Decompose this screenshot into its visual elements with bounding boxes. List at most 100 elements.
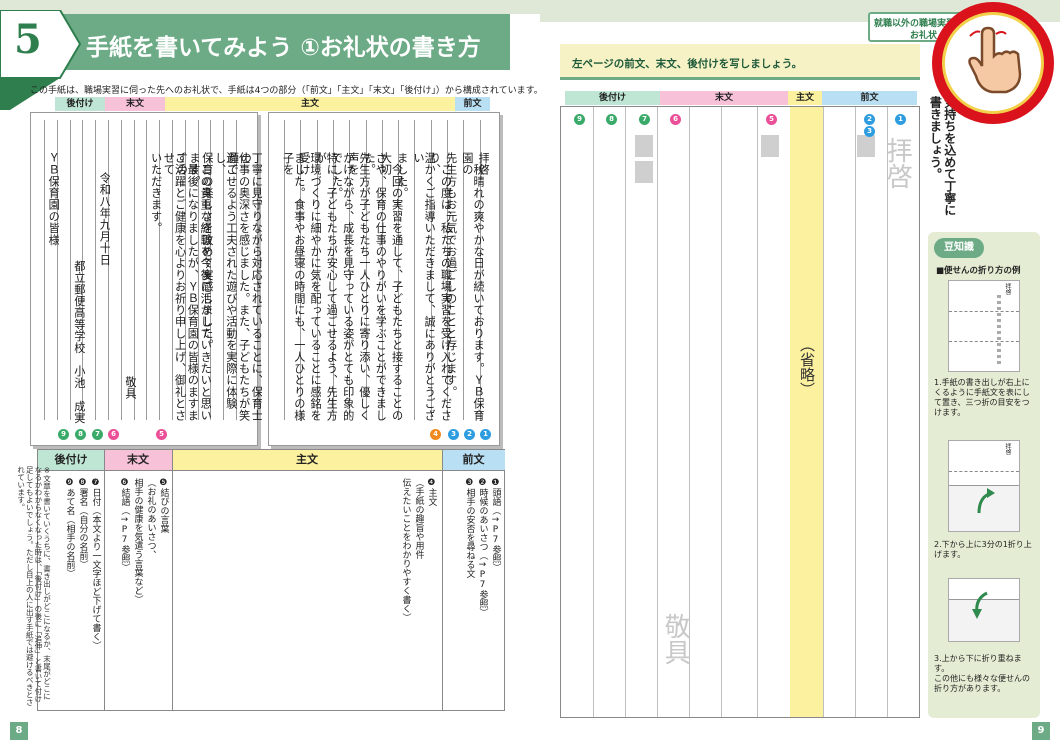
letter-line: 過ごせるよう工夫された遊びや活動を実際に体験し、 [214,152,237,410]
side-instruction: 気持ちを込めて丁寧に書きましょう。 [928,96,957,216]
gray-box [761,135,779,157]
grid-marker-9: 9 [574,114,585,125]
grid-line [887,107,888,717]
writing-grid[interactable]: （省略） 拝啓 敬具 [560,106,920,718]
fold-step3-image [948,578,1020,642]
gray-box [635,161,653,183]
grid-marker-5: 5 [766,114,777,125]
grid-marker-3: 3 [864,126,875,137]
grid-line [625,107,626,717]
letter-line: ました。食事やお昼寝の時間にも、一人ひとりの様子を [282,152,305,422]
grid-line [721,107,722,717]
marker-1: 1 [480,429,491,440]
omitted-label: （省略） [798,337,816,397]
table-item: 相手の健康を気遣う言葉など） [132,478,143,604]
label-matsubun: 末文 [105,97,165,111]
grid-line [855,107,856,717]
tips-step2: 2.下から上に3分の1折り上げます。 [934,540,1032,559]
fold-step1-image: 拝啓 [948,280,1020,372]
grid-label-shubun: 主文 [788,91,822,105]
table-divider [172,450,173,710]
ghost-haikei: 拝啓 [882,137,913,189]
chapter-label-line2: お礼状 [910,31,938,41]
table-matsubun-cell: ❺結びの言葉 （お礼のあいさつ、 相手の健康を気遣う言葉など） ❻結語（→P7参照） [104,474,172,704]
table-item: ❾あて名（相手の名前） [64,478,75,578]
curved-arrow-up-icon [977,488,995,514]
grid-label-zenbun: 前文 [822,91,917,105]
page-number-right: 9 [1032,722,1050,740]
paper-rule [146,120,148,420]
table-item: ❼日付（本文より一文字ほど下げて書く） [90,478,101,650]
grid-marker-7: 7 [639,114,650,125]
letter-line: いただきます。 [150,152,162,234]
paper-rule [44,120,45,420]
marker-5: 5 [156,429,167,440]
letter-line: 温かくご指導いただきまして、誠にありがとうござい [412,152,436,422]
table-item: ❶頭語（→P7参照） [490,478,501,572]
fold-step2-image: 拝啓 [948,440,1020,532]
footnote: ※文章を書いていくうちに、書き出しがどこになるか、末尾がどこになるかわからなくな… [16,466,52,706]
grid-marker-2: 2 [864,114,875,125]
table-divider [38,470,505,471]
tips-step1: 1.手紙の書き出しが右上にくるように手紙文を表にして置き、三つ折の目安をつけます… [934,378,1030,417]
marker-9: 9 [58,429,69,440]
marker-3: 3 [448,429,459,440]
label-zenbun: 前文 [455,97,490,111]
grid-line [823,107,824,717]
guide-text: この手紙は、職場実習に伺った先へのお礼状で、手紙は4つの部分（「前文」「主文」「… [30,86,543,96]
marker-6: 6 [108,429,119,440]
grid-label-atozuke: 後付け [565,91,660,105]
fold-mini-haikei: 拝啓 [1004,283,1011,295]
grid-label-matsubun: 末文 [660,91,788,105]
table-head-zenbun: 前文 [442,450,505,470]
grid-line [757,107,758,717]
letter-line: 令和八年九月十日 [99,172,111,266]
tips-badge: 豆知識 [934,238,984,258]
marker-4: 4 [430,429,441,440]
grid-line [657,107,658,717]
tips-outro: この他にも様々な便せんの折り方があります。 [934,674,1030,693]
chapter-number: 5 [14,16,42,63]
table-item: 伝えたいことをわかりやすく書く） [400,478,411,622]
letter-line: 秋晴れの爽やかな日が続いております。ＹＢ保育園の [461,152,485,422]
paper-rule [95,120,97,420]
table-item: （お礼のあいさつ、 [145,478,156,559]
label-shubun: 主文 [165,97,455,111]
label-atozuke: 後付け [55,97,105,111]
fold-text-dots [997,295,1001,367]
paper-rule [120,120,122,420]
table-shubun-cell: ❹主文 （手紙の趣旨や用件 伝えたいことをわかりやすく書く） [378,474,440,704]
ghost-keigu: 敬具 [660,613,691,665]
table-item: （手紙の趣旨や用件 [413,478,424,559]
table-item: ❽署名（自分の名前） [77,478,88,569]
grid-marker-8: 8 [606,114,617,125]
curved-arrow-down-icon [972,591,988,619]
table-item: ❷時候のあいさつ（→P7参照） [477,478,488,617]
tips-step3: 3.上から下に折り重ねます。 [934,654,1022,673]
gray-box [635,135,653,157]
paper-rule [133,120,135,420]
table-item: ❸相手の安否を尋ねる文 [464,478,475,578]
letter-line: ＹＢ保育園の皆様 [48,152,60,246]
instruction-text: 左ページの前文、末文、後付けを写しましょう。 [572,58,803,70]
fold-mini-haikei: 拝啓 [1004,443,1011,455]
table-item: ❹主文 [426,478,437,506]
table-item: ❻結語（→P7参照） [119,478,130,572]
marker-2: 2 [464,429,475,440]
paper-rule [69,120,71,420]
structure-table: 後付け 末文 主文 前文 ❶頭語（→P7参照） ❷時候のあいさつ（→P7参照） ❸相… [37,449,505,711]
table-head-matsubun: 末文 [104,450,172,470]
grid-marker-6: 6 [670,114,681,125]
grid-line [593,107,594,717]
page-number-left: 8 [10,722,28,740]
marker-7: 7 [92,429,103,440]
gray-box [857,135,875,157]
table-head-shubun: 主文 [172,450,442,470]
grid-marker-1: 1 [895,114,906,125]
omitted-column [790,107,823,717]
tips-title: ■便せんの折り方の例 [936,266,1021,276]
pointing-hand-icon[interactable] [962,26,1026,96]
letter-line: ご活躍とご健康を心よりお祈り申し上げ、御礼とさせて [163,152,186,422]
table-item: ❺結びの言葉 [158,478,169,533]
page-title: 手紙を書いてみよう ①お礼状の書き方 [86,35,481,61]
